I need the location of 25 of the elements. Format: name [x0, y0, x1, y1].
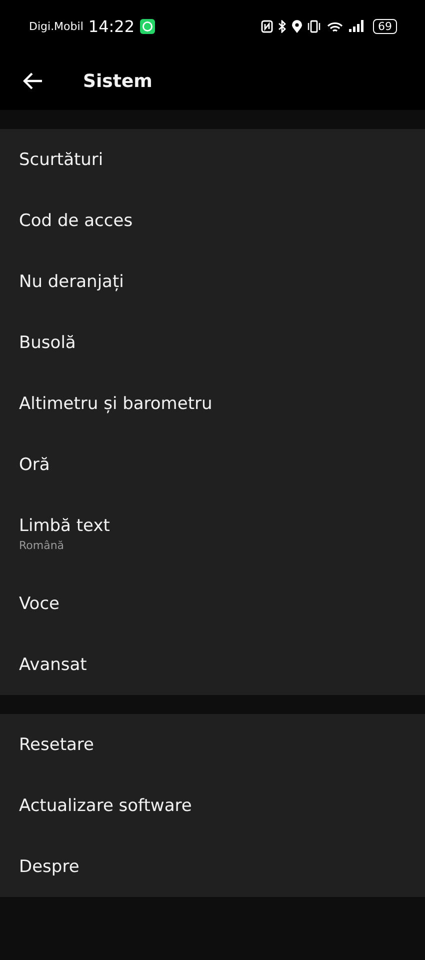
- settings-item[interactable]: Avansat: [19, 654, 425, 674]
- bluetooth-icon: [278, 20, 287, 32]
- carrier-name: Digi.Mobil: [29, 20, 84, 32]
- current-value: Română: [19, 539, 66, 552]
- settings-item[interactable]: Scurtături: [19, 150, 425, 170]
- settings-item[interactable]: Actualizare software: [19, 796, 425, 816]
- settings-item[interactable]: Despre: [19, 856, 425, 876]
- settings-item[interactable]: Limbă text: [19, 516, 425, 536]
- settings-item[interactable]: Cod de acces: [19, 210, 425, 230]
- settings-item[interactable]: Voce: [19, 594, 425, 614]
- chat-app-icon: [140, 18, 154, 34]
- battery-level: 69: [373, 18, 397, 34]
- settings-item[interactable]: Resetare: [19, 734, 425, 754]
- settings-item[interactable]: Oră: [19, 454, 425, 474]
- page-title: Sistem: [83, 70, 152, 92]
- settings-item[interactable]: Nu deranjați: [19, 272, 425, 292]
- wifi-icon: [326, 20, 344, 32]
- nfc-icon: [261, 20, 273, 32]
- back-arrow-icon[interactable]: [23, 72, 43, 90]
- settings-item[interactable]: Busolă: [19, 332, 425, 352]
- settings-item[interactable]: Altimetru și barometru: [19, 394, 425, 414]
- vibrate-icon: [307, 20, 321, 32]
- clock: 14:22: [88, 16, 134, 36]
- location-icon: [292, 20, 302, 32]
- signal-icon: [349, 20, 365, 32]
